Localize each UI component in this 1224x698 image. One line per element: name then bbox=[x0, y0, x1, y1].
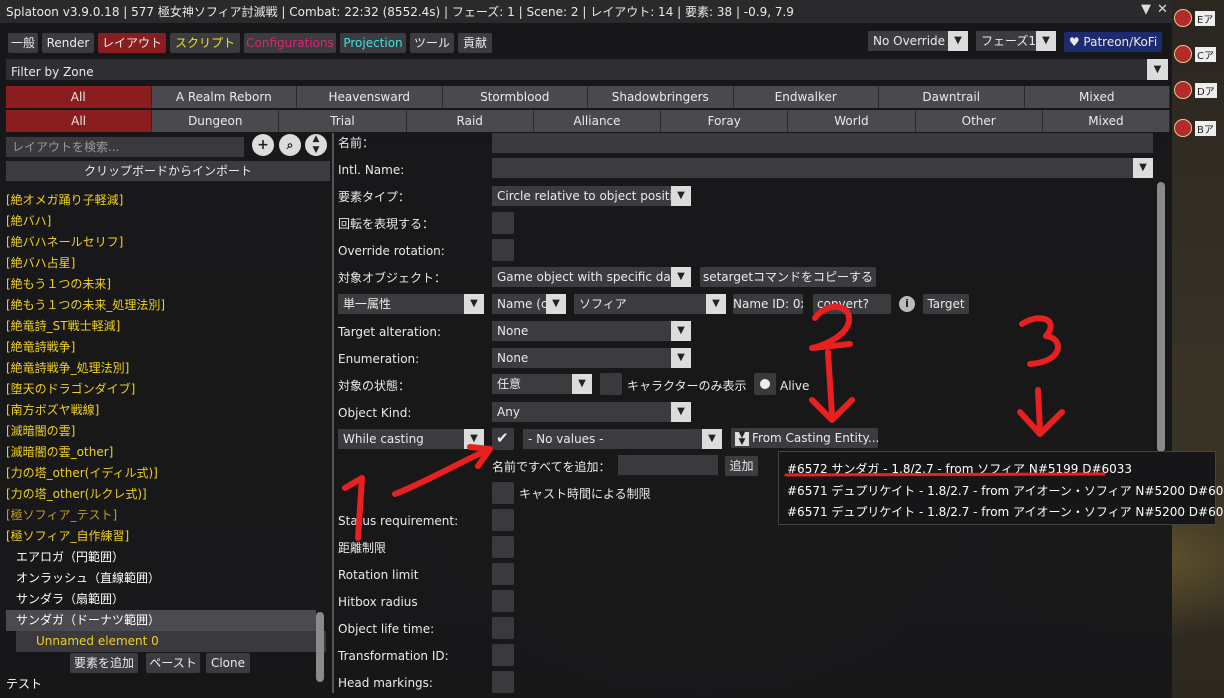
annotation-arrow-1-shaft bbox=[392, 447, 491, 497]
annotation-arrow-3-shaft bbox=[1035, 387, 1043, 433]
annotation-three-stroke bbox=[1019, 315, 1061, 367]
annotation-two-stroke bbox=[809, 303, 853, 351]
annotation-arrow-2-shaft bbox=[825, 349, 835, 418]
annotation-one-stroke bbox=[342, 475, 365, 541]
annotation-overlay bbox=[342, 303, 1106, 541]
annotation-underline bbox=[784, 472, 1106, 477]
